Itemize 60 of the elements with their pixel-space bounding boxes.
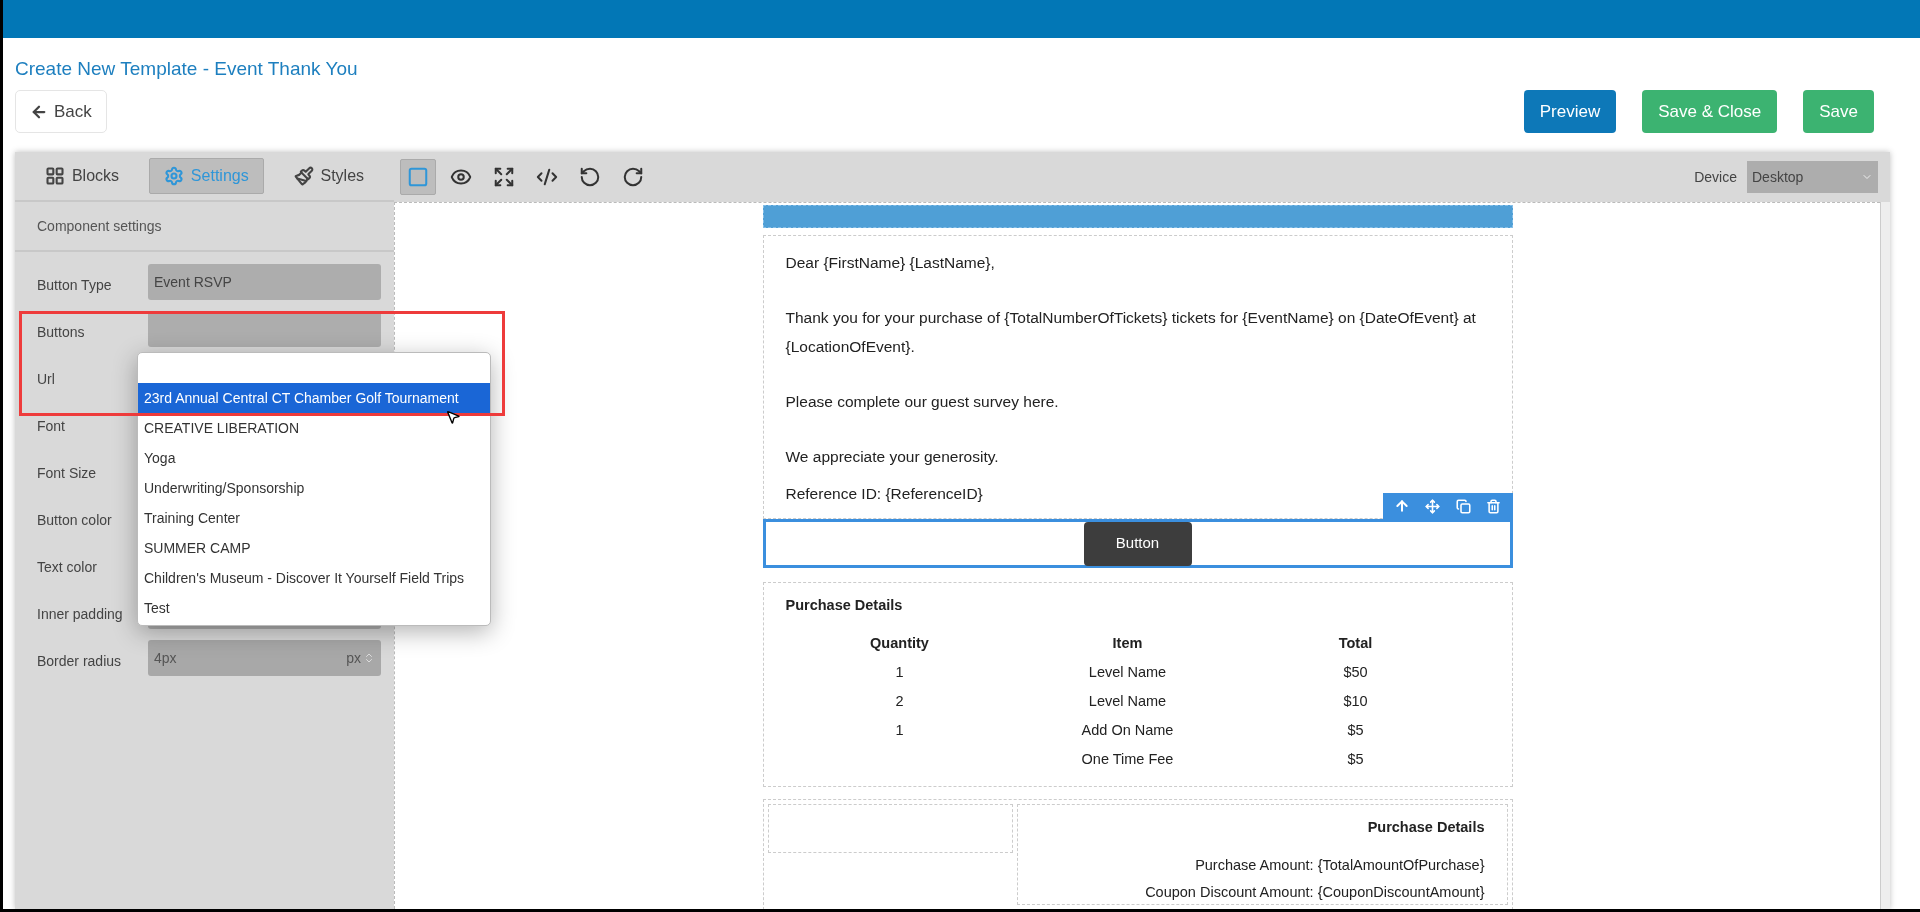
device-select[interactable]: Desktop (1747, 161, 1878, 193)
column-header: Quantity (869, 633, 930, 653)
select-field[interactable]: Event RSVP (148, 264, 381, 300)
table-cell-text: $50 (1342, 662, 1369, 682)
section-title: Component settings (37, 216, 162, 236)
table-cell-text: Level Name (1087, 662, 1168, 682)
table-cell-text: 2 (894, 691, 905, 711)
table-cell-text: One Time Fee (1080, 749, 1175, 769)
trash-icon[interactable] (1485, 498, 1501, 514)
section-heading: Purchase Details (785, 596, 904, 615)
summary-line: Coupon Discount Amount: {CouponDiscountAmount} (1144, 883, 1485, 903)
email-paragraph: Dear {FirstName} {LastName}, (785, 253, 995, 273)
move-icon[interactable] (1425, 498, 1441, 514)
column-header: Total (1337, 633, 1374, 653)
page-title: Create New Template - Event Thank You (15, 57, 359, 81)
table-cell-text: $5 (1346, 720, 1365, 740)
copy-icon[interactable] (1455, 498, 1471, 514)
undo-icon (579, 166, 601, 188)
setting-label: Text color (37, 558, 98, 577)
back-button[interactable]: Back (15, 90, 107, 133)
grid-icon (44, 166, 65, 186)
cursor-icon (445, 409, 461, 425)
dropdown-option[interactable]: 23rd Annual Central CT Chamber Golf Tournament (138, 383, 490, 413)
setting-label: Buttons (37, 323, 86, 342)
panel-tab[interactable]: Blocks (30, 158, 134, 194)
gear-icon (163, 166, 184, 186)
dropdown-option[interactable]: Test (138, 593, 490, 623)
table-cell-text: $5 (1346, 749, 1365, 769)
setting-label: Url (37, 370, 56, 389)
table-cell-text: Level Name (1087, 691, 1168, 711)
device-label: Device (1694, 167, 1737, 187)
square-icon (407, 166, 429, 188)
code-icon (536, 166, 558, 188)
action-button[interactable]: Preview (1523, 90, 1617, 133)
email-paragraph: We appreciate your generosity. (785, 447, 999, 467)
column-header: Item (1111, 633, 1144, 653)
email-paragraph: Thank you for your purchase of {TotalNumberOfTickets} tickets for {EventName} on {DateOfEvent} at {LocationOfEvent}. (785, 308, 1477, 357)
table-cell-text: 1 (894, 720, 905, 740)
table-cell-text: 1 (894, 662, 905, 682)
dropdown-option[interactable]: Training Center (138, 503, 490, 533)
panel-tab[interactable]: Styles (279, 158, 379, 194)
email-paragraph: Please complete our guest survey here. (785, 392, 1059, 412)
dropdown-option[interactable]: Underwriting/Sponsorship (138, 473, 490, 503)
dropdown-option[interactable]: Yoga (138, 443, 490, 473)
dropdown-option[interactable]: Children's Museum - Discover It Yourself Field Trips (138, 563, 490, 593)
setting-label: Font (37, 417, 66, 436)
setting-label: Button Type (37, 276, 113, 295)
expand-icon (493, 166, 515, 188)
dropdown-option[interactable]: SUMMER CAMP (138, 533, 490, 563)
summary-line: Purchase Amount: {TotalAmountOfPurchase} (1194, 855, 1485, 875)
spinner-icon[interactable] (363, 652, 375, 664)
section-heading: Purchase Details (1366, 817, 1485, 837)
setting-label: Border radius (37, 652, 123, 671)
email-button[interactable]: Button (1083, 521, 1192, 566)
table-cell-text: Add On Name (1080, 720, 1175, 740)
paintbrush-icon (293, 166, 314, 186)
redo-icon (622, 166, 644, 188)
dropdown-option[interactable]: CREATIVE LIBERATION (138, 413, 490, 443)
email-paragraph: Reference ID: {ReferenceID} (785, 484, 983, 504)
table-cell-text: $10 (1342, 691, 1369, 711)
